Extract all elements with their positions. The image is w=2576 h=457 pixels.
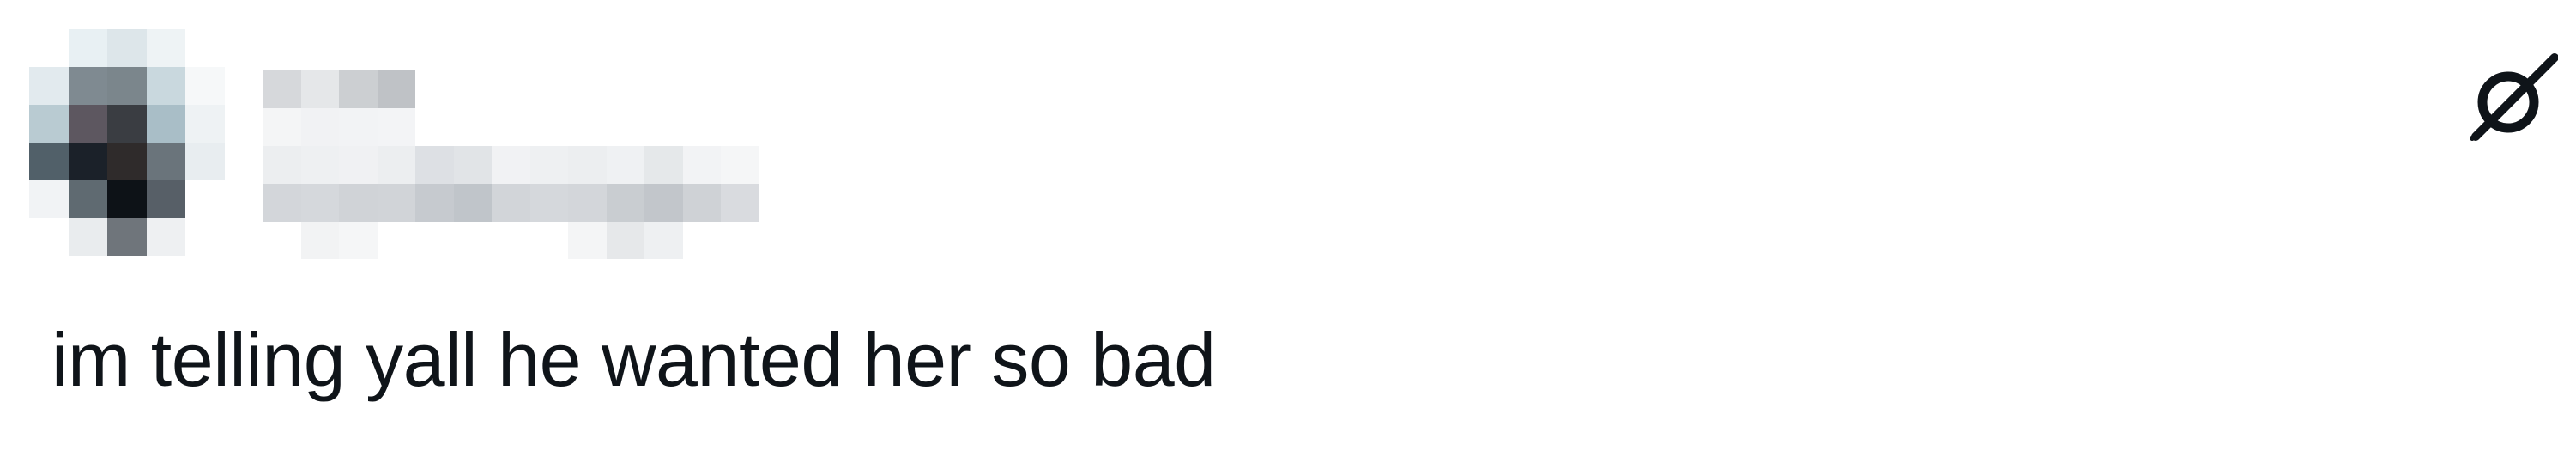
display-name[interactable] [263,70,759,108]
handle-row-2 [263,184,759,222]
handle-row-3 [263,222,759,259]
tweet-text: im telling yall he wanted her so bad [51,317,1216,402]
display-name-row-2 [263,108,759,146]
grok-button[interactable] [2468,52,2559,143]
tweet-card: im telling yall he wanted her so bad [0,0,2576,457]
avatar[interactable] [29,29,225,256]
grok-slash-icon [2470,53,2558,141]
handle-and-timestamp[interactable] [263,146,759,184]
author-info[interactable] [263,70,759,259]
